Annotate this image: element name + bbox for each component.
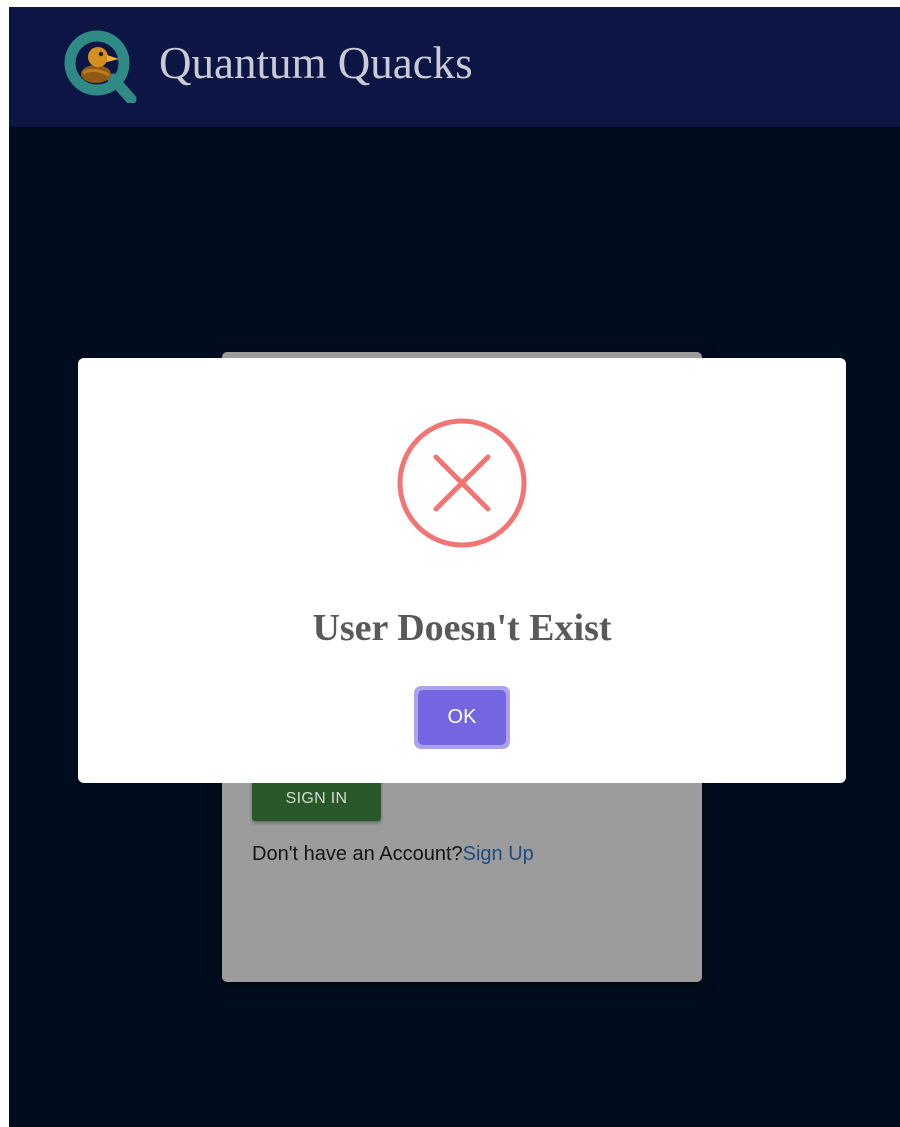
dialog-title: User Doesn't Exist bbox=[312, 607, 612, 649]
ok-button-label: OK bbox=[418, 690, 506, 745]
app-container: Quantum Quacks SIGN IN Don't have an Acc… bbox=[9, 7, 900, 1127]
error-dialog: User Doesn't Exist OK bbox=[78, 358, 846, 783]
error-x-circle-icon bbox=[397, 418, 527, 548]
ok-button[interactable]: OK bbox=[414, 686, 510, 749]
